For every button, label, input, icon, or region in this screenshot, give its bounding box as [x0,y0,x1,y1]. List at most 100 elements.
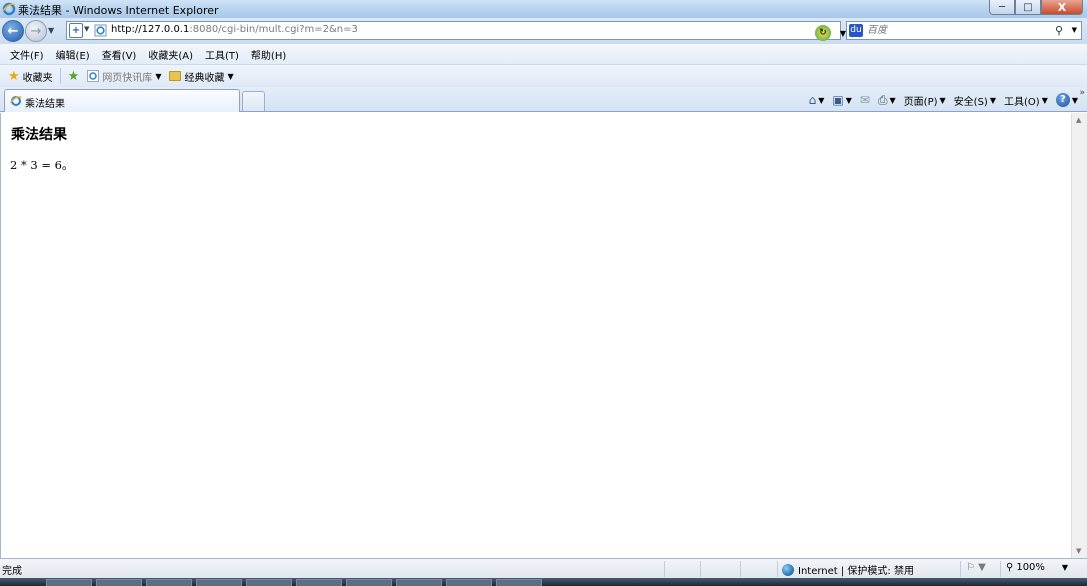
status-divider [664,561,665,577]
search-icon[interactable]: ⚲ [1055,24,1063,37]
help-menu[interactable]: ? ▼ [1053,93,1081,107]
tab-ie-icon [10,96,22,106]
taskbar-button[interactable] [246,579,292,586]
window-title: 乘法结果 - Windows Internet Explorer [18,4,219,17]
chevron-down-icon: ▼ [845,95,852,105]
taskbar-button[interactable] [296,579,342,586]
taskbar-button[interactable] [46,579,92,586]
taskbar [0,578,1087,586]
add-to-favorites-bar-button[interactable]: ★ [64,69,84,84]
add-favorite-star-icon: ★ [67,68,80,84]
status-text: 完成 [2,566,22,577]
home-icon: ⌂ [808,93,817,107]
search-box[interactable]: du ⚲ ▼ [846,21,1082,40]
web-slice-gallery-label: 网页快讯库 [102,72,153,84]
chevron-down-icon: ▼ [818,95,825,105]
chevron-down-icon: ▼ [989,95,996,105]
taskbar-button[interactable] [146,579,192,586]
tab-active[interactable]: 乘法结果 [4,89,240,112]
new-tab-button[interactable] [242,91,265,111]
baidu-search-icon: du [849,24,863,37]
read-mail-button[interactable]: ✉ [857,93,873,107]
taskbar-button[interactable] [446,579,492,586]
print-button[interactable]: ⎙ ▼ [875,93,899,108]
more-commands-chevron-icon[interactable]: » [1079,88,1085,98]
help-icon: ? [1055,93,1070,107]
status-divider [700,561,701,577]
chevron-down-icon: ▼ [889,95,896,105]
classic-favorites-link[interactable]: 经典收藏 ▼ [165,69,237,84]
tab-label: 乘法结果 [25,99,65,110]
command-bar: ⌂ ▼ ▣ ▼ ✉ ⎙ ▼ 页面(P) ▼ 安全(S) ▼ 工具(O) ▼ ? ▼ [806,91,1081,109]
scroll-up-icon[interactable]: ▲ [1076,116,1081,124]
security-shield-icon[interactable]: + [69,23,83,38]
favorites-label: 收藏夹 [22,72,53,84]
status-divider [740,561,741,577]
search-dropdown-icon[interactable]: ▼ [1072,26,1077,34]
security-zone-label: Internet | 保护模式: 禁用 [798,566,914,577]
menu-tools[interactable]: 工具(T) [199,47,245,62]
multiplication-result: 2 * 3 = 6。 [10,158,74,172]
popup-blocker-icon[interactable]: ⚐ ▼ [966,562,986,573]
zoom-magnifier-icon: ⚲ [1006,562,1014,573]
close-button[interactable]: X [1041,0,1083,15]
status-divider [960,561,961,577]
zoom-control[interactable]: ⚲ 100% ▼ [1006,562,1068,573]
globe-icon [782,563,794,576]
url-path: :8080/cgi-bin/mult.cgi?m=2&n=3 [189,24,358,35]
status-divider [777,561,778,577]
page-content: 乘法结果 2 * 3 = 6。 [0,113,1071,558]
address-bar[interactable]: + ▼ http://127.0.0.1:8080/cgi-bin/mult.c… [66,21,908,41]
favorites-button[interactable]: ★ 收藏夹 [4,69,57,84]
recent-pages-dropdown-icon[interactable]: ▼ [48,26,54,35]
maximize-button[interactable]: □ [1015,0,1041,15]
favorites-bar: ★ 收藏夹 ★ 网页快讯库 ▼ 经典收藏 ▼ [0,65,1087,87]
menu-help[interactable]: 帮助(H) [245,47,292,62]
menu-file[interactable]: 文件(F) [4,47,50,62]
forward-arrow-icon: → [30,23,42,39]
menu-view[interactable]: 查看(V) [96,47,143,62]
page-heading: 乘法结果 [11,127,67,143]
menu-favorites[interactable]: 收藏夹(A) [142,47,199,62]
vertical-scrollbar[interactable]: ▲ ▼ [1071,113,1087,558]
taskbar-button[interactable] [396,579,442,586]
page-menu[interactable]: 页面(P) ▼ [901,93,949,108]
printer-icon: ⎙ [877,92,888,107]
taskbar-button[interactable] [96,579,142,586]
home-button[interactable]: ⌂ ▼ [806,93,828,107]
web-slice-gallery-link[interactable]: 网页快讯库 ▼ [83,69,165,84]
chevron-down-icon: ▼ [1071,95,1078,105]
taskbar-button[interactable] [346,579,392,586]
address-url[interactable]: http://127.0.0.1:8080/cgi-bin/mult.cgi?m… [111,24,358,35]
menu-edit[interactable]: 编辑(E) [50,47,96,62]
scroll-down-icon[interactable]: ▼ [1076,547,1081,555]
safety-menu[interactable]: 安全(S) ▼ [951,93,999,108]
mail-icon: ✉ [859,93,870,107]
safety-menu-label: 安全(S) [953,96,988,108]
window-controls: ─ □ X [989,0,1083,15]
favorites-star-icon: ★ [8,68,20,84]
taskbar-button[interactable] [196,579,242,586]
tools-menu[interactable]: 工具(O) ▼ [1001,93,1051,108]
forward-button[interactable]: → [25,20,47,42]
address-row: ← → ▼ + ▼ http://127.0.0.1:8080/cgi-bin/… [0,18,1087,44]
security-zone[interactable]: Internet | 保护模式: 禁用 [782,562,914,577]
minimize-button[interactable]: ─ [989,0,1015,15]
url-host: http://127.0.0.1 [111,24,190,35]
feeds-button[interactable]: ▣ ▼ [829,93,855,107]
tools-menu-label: 工具(O) [1004,96,1040,108]
status-divider [1000,561,1001,577]
search-input[interactable] [867,23,1047,38]
chevron-down-icon: ▼ [939,95,946,105]
chevron-down-icon: ▼ [1061,563,1069,572]
taskbar-button[interactable] [496,579,542,586]
compatibility-view-icon[interactable]: ↻ [815,25,831,41]
ie-logo-icon [2,2,16,16]
status-bar: 完成 Internet | 保护模式: 禁用 ⚐ ▼ ⚲ 100% ▼ [0,558,1087,578]
chevron-down-icon: ▼ [1041,95,1048,105]
page-ie-icon [94,24,107,37]
back-arrow-icon: ← [7,23,19,39]
page-menu-label: 页面(P) [903,96,938,108]
shield-dropdown-icon[interactable]: ▼ [84,25,89,33]
back-button[interactable]: ← [2,20,24,42]
